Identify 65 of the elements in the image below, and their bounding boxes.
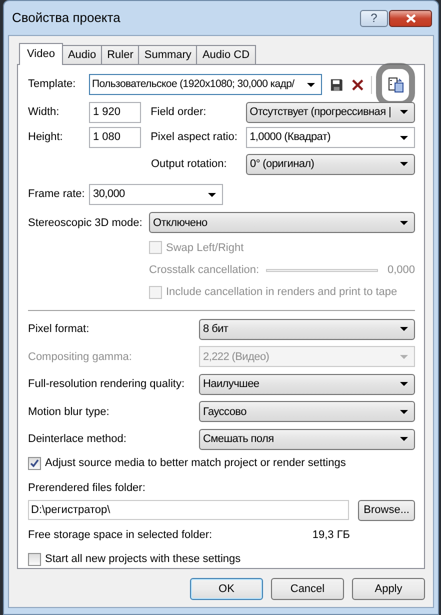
close-button[interactable] (389, 10, 432, 26)
dropdown[interactable]: 30,000 (89, 184, 223, 206)
height-field[interactable]: 1 080 (89, 127, 141, 148)
field-label: Template: (28, 77, 77, 92)
window-title: Свойства проекта (12, 9, 120, 28)
dropdown-arrow-icon (400, 354, 408, 359)
dropdown-arrow-icon (400, 327, 408, 332)
dropdown[interactable]: 1,0000 (Квадрат) (246, 127, 415, 148)
width-field[interactable]: 1 920 (89, 102, 141, 123)
field-label: Pixel format: (28, 322, 90, 338)
folder-path-field[interactable]: D:\регистратор\ (28, 500, 350, 520)
close-icon (406, 14, 416, 22)
dropdown[interactable]: 0° (оригинал) (246, 154, 415, 175)
field-label: Pixel aspect ratio: (150, 130, 238, 146)
checkbox-label: Start all new projects with these settings (45, 552, 241, 568)
dropdown-arrow-icon (400, 162, 408, 166)
tab[interactable]: Video (19, 43, 63, 65)
template-field[interactable]: Пользовательское (1920x1080; 30,000 кадр/ (89, 74, 322, 96)
dropdown[interactable]: Наилучшее (199, 374, 415, 395)
tab[interactable]: Audio (62, 45, 102, 64)
checkbox-label: Swap Left/Right (166, 240, 244, 256)
tab[interactable]: Summary (138, 45, 198, 64)
dropdown-arrow-icon (400, 437, 408, 442)
dropdown-arrow-icon (400, 110, 408, 114)
dropdown[interactable]: Отключено (149, 212, 415, 234)
dropdown[interactable]: Гауссово (199, 401, 415, 422)
checkbox[interactable] (28, 553, 41, 566)
field-label: Height: (28, 130, 64, 146)
dropdown-arrow-icon (400, 220, 408, 225)
dropdown[interactable]: Смешать поля (199, 428, 415, 450)
slider-reading: 0,000 (387, 262, 415, 278)
free-space-value: 19,3 ГБ (312, 528, 350, 543)
dropdown-arrow-icon (400, 410, 408, 414)
browse-button[interactable]: Browse... (358, 500, 415, 521)
field-label: Field order: (150, 104, 208, 120)
paste-settings-icon[interactable] (388, 76, 404, 93)
dropdown-arrow-icon (400, 136, 408, 140)
help-button[interactable]: ? (360, 10, 388, 26)
field-label: Width: (28, 104, 60, 120)
tab[interactable]: Ruler (101, 45, 140, 64)
checkbox[interactable] (28, 456, 41, 470)
dialog-button[interactable]: Cancel (271, 578, 344, 600)
field-label: Deinterlace method: (28, 432, 128, 447)
tab[interactable]: Audio CD (196, 45, 256, 64)
dialog-button[interactable]: Apply (352, 578, 425, 600)
field-label: Output rotation: (151, 156, 228, 172)
save-icon[interactable] (330, 78, 344, 92)
field-label: Free storage space in selected folder: (28, 528, 212, 543)
checkbox-label: Adjust source media to better match project or render settings (45, 456, 346, 471)
dialog-button[interactable]: OK (190, 578, 263, 600)
field-label: Prerendered files folder: (28, 481, 146, 496)
dropdown-arrow-icon (306, 82, 315, 87)
field-label: Crosstalk cancellation: (149, 262, 260, 278)
delete-icon[interactable] (352, 78, 364, 91)
dropdown-arrow-icon (208, 192, 216, 197)
checkmark-icon (30, 458, 39, 468)
field-label: Stereoscopic 3D mode: (28, 216, 144, 231)
checkbox-label: Include cancellation in renders and print to tape (166, 285, 398, 300)
dropdown-arrow-icon (400, 382, 408, 386)
field-label: Motion blur type: (28, 404, 110, 420)
field-label: Full-resolution rendering quality: (28, 377, 186, 392)
field-label: Frame rate: (28, 187, 86, 202)
dropdown[interactable]: 8 бит (199, 318, 415, 340)
field-label: Compositing gamma: (28, 350, 133, 365)
dropdown[interactable]: Отсутствует (прогрессивная | (246, 102, 415, 123)
